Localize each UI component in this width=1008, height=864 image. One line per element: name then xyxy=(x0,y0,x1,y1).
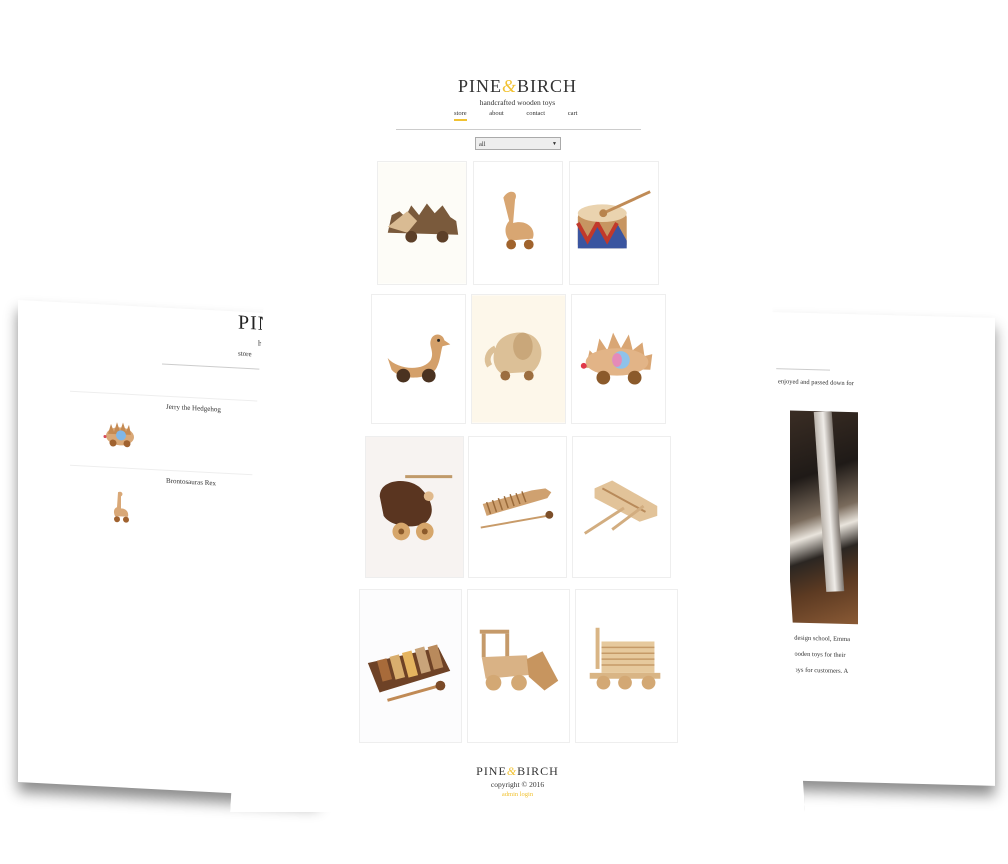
product-card[interactable] xyxy=(371,294,466,424)
hedgehog-thumbnail-icon xyxy=(103,422,134,448)
nav-cart[interactable]: cart xyxy=(568,110,578,117)
cart-page-nav-store[interactable]: store xyxy=(238,350,252,359)
product-card[interactable] xyxy=(467,589,570,743)
nav-store[interactable]: store xyxy=(454,110,467,121)
site-tagline: handcrafted wooden toys xyxy=(479,98,556,107)
dinosaur-thumbnail-icon xyxy=(113,491,129,523)
product-card[interactable] xyxy=(468,436,567,578)
wooden-drum-toy-icon xyxy=(576,190,651,249)
wooden-duck-toy-icon xyxy=(387,334,451,383)
main-nav: store about contact cart xyxy=(454,110,599,121)
product-card[interactable] xyxy=(575,589,678,743)
wooden-log-truck-toy-icon xyxy=(589,627,661,690)
footer-logo: PINE&BIRCH xyxy=(476,764,559,778)
copyright-text: copyright © 2016 xyxy=(490,780,545,789)
wooden-helicopter-toy-icon xyxy=(379,475,453,541)
wooden-xylophone-toy-icon xyxy=(367,644,451,702)
product-card[interactable] xyxy=(569,161,659,285)
site-logo[interactable]: PINE&BIRCH xyxy=(230,76,805,97)
product-card[interactable] xyxy=(571,294,666,424)
wooden-elephant-toy-icon xyxy=(472,295,565,423)
header-divider xyxy=(396,129,641,130)
wooden-hedgehog-block-toy-icon xyxy=(378,162,466,284)
product-card[interactable] xyxy=(473,161,563,285)
cart-item-name: Brontosauras Rex xyxy=(166,476,216,488)
store-page: PINE&BIRCH handcrafted wooden toys store… xyxy=(230,72,805,812)
cart-item-name: Jerry the Hedgehog xyxy=(166,402,221,414)
product-card[interactable] xyxy=(365,436,464,578)
wooden-dinosaur-toy-icon xyxy=(503,191,534,250)
nav-about[interactable]: about xyxy=(489,110,503,117)
admin-login-link[interactable]: admin login xyxy=(230,791,805,798)
product-card[interactable] xyxy=(572,436,671,578)
nav-contact[interactable]: contact xyxy=(526,110,545,117)
wooden-tone-block-instrument-icon xyxy=(583,480,658,535)
about-intro-text: enjoyed and passed down for xyxy=(778,378,854,388)
product-card[interactable] xyxy=(359,589,462,743)
product-card[interactable] xyxy=(377,161,467,285)
about-page-preview: enjoyed and passed down for ing at desig… xyxy=(770,312,995,786)
chevron-down-icon: ▼ xyxy=(552,142,557,147)
wooden-hedgehog-toy-icon xyxy=(580,332,653,385)
wooden-bulldozer-toy-icon xyxy=(479,629,559,691)
about-page-divider xyxy=(770,368,830,371)
workshop-lathe-photo xyxy=(790,410,858,625)
product-card[interactable] xyxy=(471,294,566,424)
wooden-guiro-instrument-icon xyxy=(480,488,554,529)
category-filter-select[interactable]: all ▼ xyxy=(475,137,561,150)
